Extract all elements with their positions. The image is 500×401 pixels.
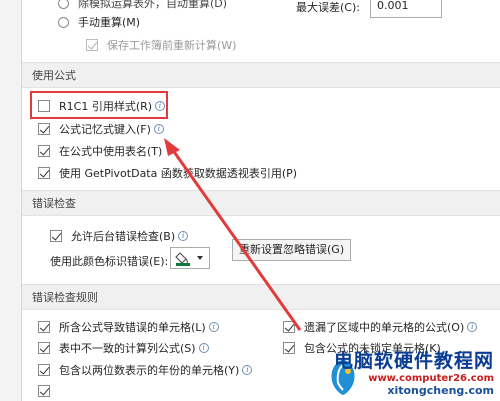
watermark-title: 电脑软硬件教程网	[333, 350, 494, 372]
watermark: 电脑软硬件教程网 www.computer26.com xitongcheng.…	[334, 346, 494, 397]
watermark-site: xitongcheng.com	[387, 384, 494, 397]
annotation-arrow	[164, 138, 302, 331]
watermark-url: www.computer26.com	[368, 373, 494, 384]
